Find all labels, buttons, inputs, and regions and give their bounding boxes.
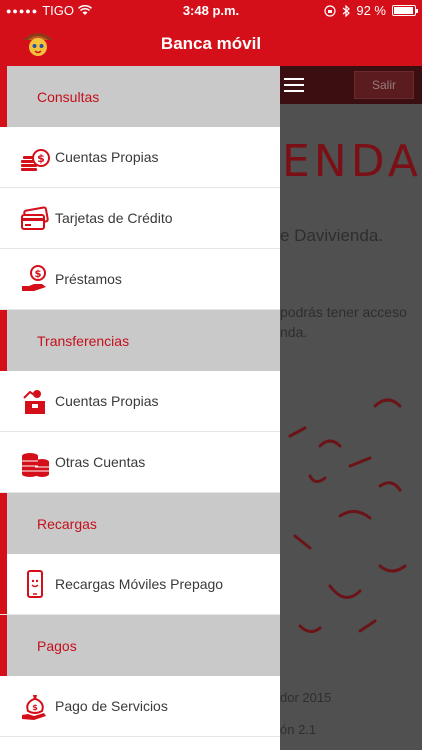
menu-icon[interactable] — [284, 78, 304, 92]
credit-cards-icon — [20, 203, 50, 233]
section-accent — [0, 493, 7, 554]
status-right: 92 % — [324, 3, 418, 18]
background-pattern — [288, 398, 407, 633]
money-bag-hand-icon: $ — [20, 691, 50, 721]
menu-item-cuentas-propias[interactable]: $ Cuentas Propias — [0, 127, 280, 188]
status-bar: ●●●●● TIGO 3:48 p.m. 92 % — [0, 0, 422, 20]
background-info-text-2: nda. — [280, 324, 308, 340]
battery-icon — [392, 5, 418, 16]
section-accent — [0, 66, 7, 127]
menu-item-label: Cuentas Propias — [55, 149, 159, 165]
background-info-text: podrás tener acceso — [280, 304, 407, 320]
navigation-drawer: Consultas $ Cuentas Propias Tarjetas de … — [0, 66, 280, 750]
section-label: Consultas — [37, 88, 100, 105]
background-copyright-text: dor 2015 — [280, 690, 332, 705]
background-version-text: ón 2.1 — [280, 722, 317, 737]
mobile-phone-icon — [20, 569, 50, 599]
menu-item-label: Otras Cuentas — [55, 454, 146, 470]
background-welcome-text: e Davivienda. — [280, 226, 384, 245]
app-title: Banca móvil — [160, 34, 262, 53]
selected-accent — [0, 554, 7, 614]
section-pagos: Pagos — [0, 615, 280, 676]
section-label: Recargas — [37, 515, 97, 532]
section-label: Pagos — [37, 637, 77, 654]
bluetooth-icon — [342, 4, 351, 17]
menu-item-otras-cuentas[interactable]: Otras Cuentas — [0, 432, 280, 493]
background-logo: ENDA — [282, 136, 422, 187]
section-label: Transferencias — [37, 332, 130, 349]
menu-item-label: Recargas Móviles Prepago — [55, 576, 224, 592]
menu-item-tarjetas-credito[interactable]: Tarjetas de Crédito — [0, 188, 280, 249]
menu-item-label: Tarjetas de Crédito — [55, 210, 173, 226]
top-bar: ●●●●● TIGO 3:48 p.m. 92 % Banca móvil — [0, 0, 422, 66]
logout-button[interactable]: Salir — [354, 71, 414, 99]
section-consultas: Consultas — [0, 66, 280, 127]
section-accent — [0, 615, 7, 676]
coins-dollar-icon: $ — [20, 142, 50, 172]
menu-item-pago-servicios[interactable]: $ Pago de Servicios — [0, 676, 280, 737]
menu-item-label: Pago de Servicios — [55, 698, 168, 714]
battery-percent: 92 % — [356, 3, 386, 18]
section-recargas: Recargas — [0, 493, 280, 554]
menu-item-prestamos[interactable]: $ Préstamos — [0, 249, 280, 310]
section-accent — [0, 310, 7, 371]
section-transferencias: Transferencias — [0, 310, 280, 371]
coin-stacks-icon — [20, 447, 50, 477]
svg-text:$: $ — [32, 703, 38, 712]
menu-item-label: Préstamos — [55, 271, 122, 287]
transfer-box-icon — [20, 386, 50, 416]
menu-item-transfer-cuentas-propias[interactable]: Cuentas Propias — [0, 371, 280, 432]
rotation-lock-icon — [324, 4, 336, 17]
svg-text:$: $ — [37, 152, 45, 165]
menu-item-recargas-moviles[interactable]: Recargas Móviles Prepago — [0, 554, 280, 615]
menu-item-label: Cuentas Propias — [55, 393, 159, 409]
loan-hand-icon: $ — [20, 264, 50, 294]
svg-text:$: $ — [35, 269, 42, 280]
